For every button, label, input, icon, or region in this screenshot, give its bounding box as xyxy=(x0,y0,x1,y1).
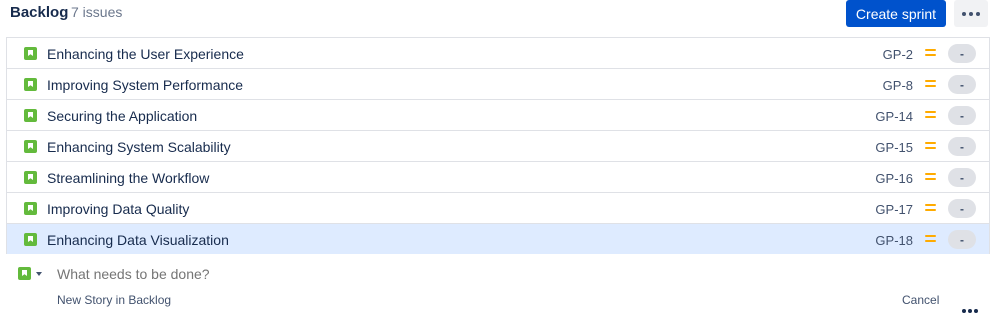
story-icon xyxy=(24,233,37,246)
cancel-button[interactable]: Cancel xyxy=(902,293,939,307)
backlog-title: Backlog xyxy=(10,4,69,21)
issue-key[interactable]: GP-14 xyxy=(875,109,913,124)
issue-key[interactable]: GP-15 xyxy=(875,140,913,155)
issue-row[interactable]: Improving Data Quality GP-17 - xyxy=(7,193,989,224)
estimate-badge[interactable]: - xyxy=(948,230,976,249)
priority-medium-icon xyxy=(925,172,936,181)
story-icon xyxy=(24,202,37,215)
issue-summary: Streamlining the Workflow xyxy=(47,170,210,186)
create-sprint-button[interactable]: Create sprint xyxy=(846,0,946,27)
story-icon xyxy=(24,171,37,184)
issue-key[interactable]: GP-16 xyxy=(875,171,913,186)
estimate-badge[interactable]: - xyxy=(948,199,976,218)
issue-summary: Improving Data Quality xyxy=(47,201,190,217)
story-icon xyxy=(24,109,37,122)
create-issue-area: New Story in Backlog Cancel xyxy=(0,256,999,313)
create-helper-text: New Story in Backlog xyxy=(57,293,172,307)
issue-key[interactable]: GP-17 xyxy=(875,202,913,217)
more-icon xyxy=(962,11,980,16)
estimate-badge[interactable]: - xyxy=(948,106,976,125)
issue-row[interactable]: Streamlining the Workflow GP-16 - xyxy=(7,162,989,193)
priority-medium-icon xyxy=(925,48,936,57)
issue-summary: Securing the Application xyxy=(47,108,198,124)
priority-medium-icon xyxy=(925,141,936,150)
issue-key[interactable]: GP-18 xyxy=(875,233,913,248)
estimate-badge[interactable]: - xyxy=(948,44,976,63)
new-issue-input[interactable] xyxy=(57,266,657,282)
issue-list: Enhancing the User Experience GP-2 - Imp… xyxy=(6,37,990,254)
issue-row[interactable]: Enhancing the User Experience GP-2 - xyxy=(7,38,989,69)
estimate-badge[interactable]: - xyxy=(948,137,976,156)
backlog-header: Backlog 7 issues Create sprint xyxy=(0,0,999,36)
issue-row[interactable]: Improving System Performance GP-8 - xyxy=(7,69,989,100)
issue-summary: Improving System Performance xyxy=(47,77,244,93)
story-icon[interactable] xyxy=(18,267,31,280)
issue-summary: Enhancing the User Experience xyxy=(47,46,244,62)
issue-key[interactable]: GP-8 xyxy=(883,78,913,93)
priority-medium-icon xyxy=(925,234,936,243)
priority-medium-icon xyxy=(925,110,936,119)
issue-row[interactable]: Securing the Application GP-14 - xyxy=(7,100,989,131)
estimate-badge[interactable]: - xyxy=(948,168,976,187)
issue-summary: Enhancing System Scalability xyxy=(47,139,231,155)
issue-summary: Enhancing Data Visualization xyxy=(47,232,229,248)
issue-count: 7 issues xyxy=(71,4,123,20)
issue-row[interactable]: Enhancing System Scalability GP-15 - xyxy=(7,131,989,162)
priority-medium-icon xyxy=(925,203,936,212)
estimate-badge[interactable]: - xyxy=(948,75,976,94)
story-icon xyxy=(24,47,37,60)
backlog-more-button[interactable] xyxy=(954,0,988,27)
chevron-down-icon[interactable] xyxy=(36,272,42,276)
story-icon xyxy=(24,78,37,91)
issue-row-selected[interactable]: Enhancing Data Visualization GP-18 - xyxy=(7,224,989,254)
more-icon[interactable] xyxy=(962,300,980,318)
priority-medium-icon xyxy=(925,79,936,88)
story-icon xyxy=(24,140,37,153)
issue-key[interactable]: GP-2 xyxy=(883,47,913,62)
